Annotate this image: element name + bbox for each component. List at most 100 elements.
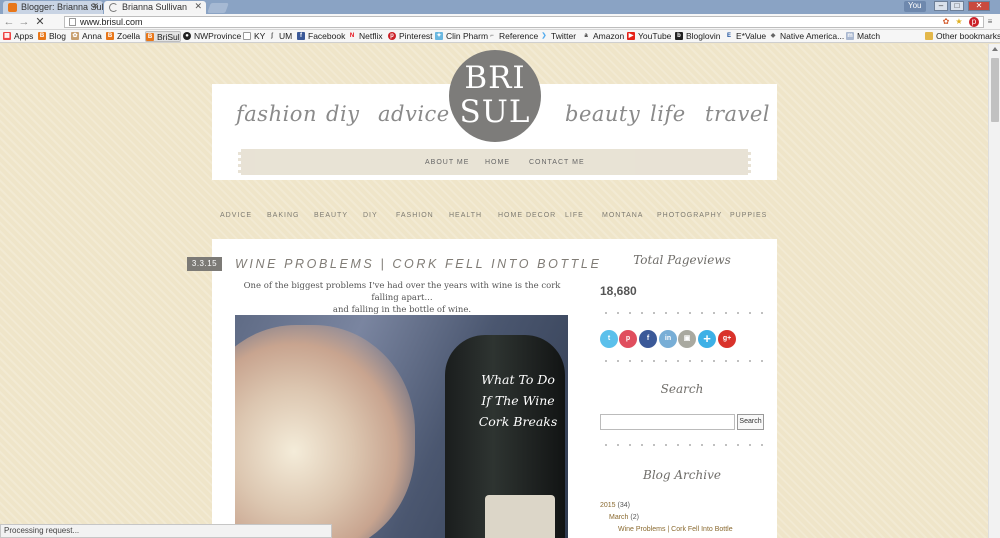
logo-line-2: SUL [459, 94, 531, 130]
category-link-montana[interactable]: MONTANA [602, 212, 643, 219]
bookmark-pinterest[interactable]: p Pinterest [388, 31, 433, 42]
bookmark-zoella[interactable]: B Zoella [106, 31, 140, 42]
category-link-baking[interactable]: BAKING [267, 212, 299, 219]
category-link-home-decor[interactable]: HOME DECOR [498, 212, 556, 219]
post-featured-image[interactable]: What To Do If The Wine Cork Breaks [235, 315, 568, 538]
category-link-puppies[interactable]: PUPPIES [730, 212, 767, 219]
twitter-icon[interactable]: t [600, 330, 618, 348]
archive-year[interactable]: 2015 (34) [600, 502, 630, 509]
category-link-diy[interactable]: DIY [363, 212, 378, 219]
scroll-thumb[interactable] [991, 58, 999, 122]
category-link-beauty[interactable]: BEAUTY [314, 212, 348, 219]
twitter-icon: ❯ [541, 33, 547, 39]
bottle-label-shape [485, 495, 555, 538]
page-icon [69, 18, 76, 26]
bookmark-um[interactable]: ʃ UM [268, 31, 292, 42]
address-bar[interactable]: www.brisul.com [64, 16, 984, 28]
scroll-up-arrow-icon[interactable] [992, 47, 998, 51]
minimize-button[interactable]: – [934, 1, 948, 11]
nav-about-me[interactable]: ABOUT ME [425, 159, 469, 166]
bookmark-twitter[interactable]: ❯ Twitter [540, 31, 576, 42]
nav-contact-me[interactable]: CONTACT ME [529, 159, 585, 166]
category-link-life[interactable]: LIFE [565, 212, 584, 219]
bookmark-clin-pharm[interactable]: ✦ Clin Pharm [435, 31, 488, 42]
bookmark-facebook[interactable]: f Facebook [297, 31, 345, 42]
user-profile-badge[interactable]: You [904, 1, 926, 12]
site-icon: E [726, 33, 731, 39]
bookmark-native-america[interactable]: ◆ Native America... [769, 31, 845, 42]
category-link-advice[interactable]: ADVICE [220, 212, 252, 219]
maximize-button[interactable]: □ [950, 1, 964, 11]
bookmarks-bar: ▦ Apps B Blog ✿ Anna B Zoella B BriSul ● NWPro… [0, 30, 1000, 43]
header-link-beauty[interactable]: beauty [565, 102, 640, 126]
apps-grid-icon: ▦ [3, 32, 11, 40]
bookmark-evalue[interactable]: E E*Value [725, 31, 766, 42]
new-tab-button[interactable] [207, 3, 229, 13]
category-link-fashion[interactable]: FASHION [396, 212, 434, 219]
back-arrow-icon[interactable]: ← [3, 16, 15, 28]
dotted-divider [600, 312, 764, 314]
post-date-tag: 3.3.15 [187, 257, 222, 271]
linkedin-icon[interactable]: in [659, 330, 677, 348]
menu-icon[interactable]: ≡ [985, 17, 995, 27]
forward-arrow-icon[interactable]: → [18, 16, 30, 28]
bookmark-brisul[interactable]: B BriSul [145, 31, 181, 42]
header-link-diy[interactable]: diy [326, 102, 360, 126]
url-text: www.brisul.com [80, 17, 143, 27]
facebook-icon: f [297, 32, 305, 40]
header-link-fashion[interactable]: fashion [236, 102, 317, 126]
close-tab-icon[interactable]: ✕ [194, 1, 202, 12]
tab-blogger[interactable]: Blogger: Brianna Sul ✕ [3, 1, 103, 14]
tab-title: Brianna Sullivan [122, 2, 188, 12]
bookmark-anna[interactable]: ✿ Anna [71, 31, 102, 42]
nav-home[interactable]: HOME [485, 159, 510, 166]
site-icon: ⌐ [490, 33, 494, 39]
blogger-icon [8, 3, 17, 12]
amazon-icon: a [584, 33, 588, 39]
facebook-icon[interactable]: f [639, 330, 657, 348]
header-link-travel[interactable]: travel [705, 102, 770, 126]
post-title[interactable]: WINE PROBLEMS | CORK FELL INTO BOTTLE [235, 257, 601, 271]
page-scrollbar[interactable] [988, 44, 1000, 538]
pinterest-extension-icon[interactable]: p [969, 17, 979, 27]
close-tab-icon[interactable]: ✕ [91, 1, 99, 12]
bookmark-netflix[interactable]: N Netflix [348, 31, 383, 42]
extension-icon[interactable]: ✿ [941, 17, 951, 27]
search-button[interactable]: Search [737, 414, 764, 430]
category-link-health[interactable]: HEALTH [449, 212, 482, 219]
bookmark-other-folder[interactable]: Other bookmarks [925, 31, 1000, 42]
netflix-icon: N [349, 33, 355, 39]
bookmark-star-icon[interactable]: ★ [954, 17, 964, 27]
bookmark-youtube[interactable]: ▶ YouTube [627, 31, 671, 42]
pinterest-icon: p [388, 32, 396, 40]
bookmark-apps[interactable]: ▦ Apps [3, 31, 33, 42]
bookmark-match[interactable]: m Match [846, 31, 880, 42]
bookmark-amazon[interactable]: a Amazon [582, 31, 624, 42]
loading-spinner-icon [109, 3, 118, 12]
bloglovin-icon: b [675, 32, 683, 40]
search-input[interactable] [600, 414, 735, 430]
bookmark-reference[interactable]: ⌐ Reference [488, 31, 538, 42]
image-caption: What To Do If The Wine Cork Breaks [478, 372, 558, 429]
site-icon: ● [183, 32, 191, 40]
bookmark-bloglovin[interactable]: b Bloglovin [675, 31, 721, 42]
archive-month[interactable]: March (2) [609, 514, 639, 521]
youtube-icon: ▶ [627, 32, 635, 40]
bloglovin-icon[interactable]: + [698, 330, 716, 348]
tab-brianna-sullivan[interactable]: Brianna Sullivan ✕ [104, 1, 206, 14]
search-heading: Search [660, 382, 704, 396]
window-close-button[interactable]: ✕ [968, 1, 990, 11]
tab-strip: Blogger: Brianna Sul ✕ Brianna Sullivan … [0, 0, 1000, 14]
pinterest-icon[interactable]: p [619, 330, 637, 348]
category-link-photography[interactable]: PHOTOGRAPHY [657, 212, 722, 219]
stop-loading-icon[interactable]: ✕ [34, 16, 46, 28]
bookmark-blog[interactable]: B Blog [38, 31, 66, 42]
google-plus-icon[interactable]: g+ [718, 330, 736, 348]
bookmark-nwprovince[interactable]: ● NWProvince [183, 31, 241, 42]
site-icon: ✿ [71, 32, 79, 40]
instagram-icon[interactable]: ▣ [678, 330, 696, 348]
archive-post-link[interactable]: Wine Problems | Cork Fell Into Bottle [618, 526, 733, 533]
header-link-advice[interactable]: advice [378, 102, 450, 126]
bookmark-ky[interactable]: KY [243, 31, 265, 42]
header-link-life[interactable]: life [650, 102, 686, 126]
